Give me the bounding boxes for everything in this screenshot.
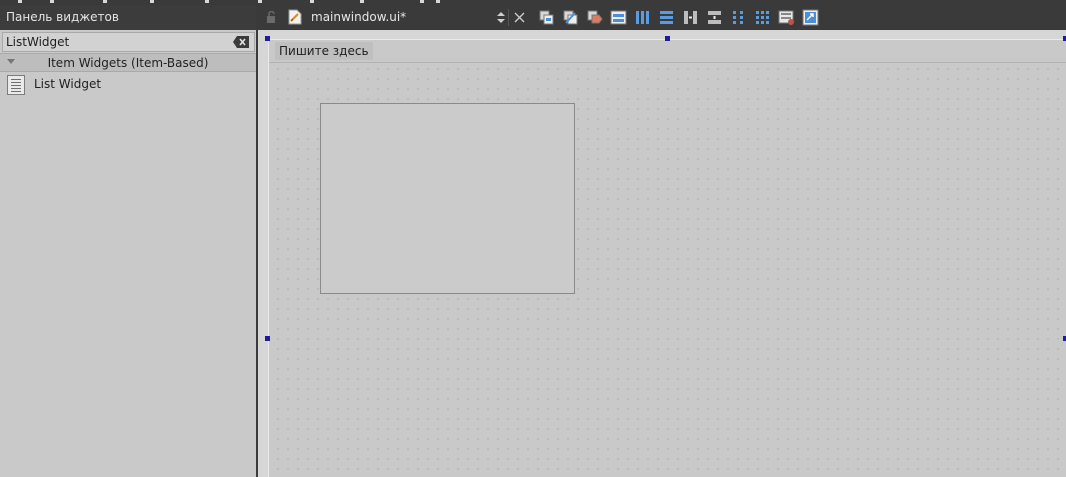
- category-label: Item Widgets (Item-Based): [47, 56, 209, 70]
- selection-handle[interactable]: [265, 336, 270, 341]
- filter-value[interactable]: ListWidget: [6, 35, 69, 49]
- ui-file-icon: [288, 9, 302, 25]
- layout-vertical-splitter-icon[interactable]: [706, 9, 723, 26]
- form-menu-bar[interactable]: Пишите здесь: [269, 40, 1066, 63]
- selection-handle[interactable]: [665, 36, 670, 41]
- widget-box-panel: Панель виджетов ListWidget Item Widgets …: [0, 5, 258, 477]
- qt-designer-window: Панель виджетов ListWidget Item Widgets …: [0, 0, 1066, 477]
- layout-horizontal-icon[interactable]: [634, 9, 651, 26]
- layout-horizontal-splitter-icon[interactable]: [682, 9, 699, 26]
- lock-icon[interactable]: [266, 10, 278, 23]
- clear-filter-icon[interactable]: [233, 36, 249, 48]
- adjust-size-icon[interactable]: [802, 9, 819, 26]
- main-window-form[interactable]: Пишите здесь: [268, 39, 1066, 477]
- edit-tab-order-icon[interactable]: [610, 9, 627, 26]
- widget-box-title: Панель виджетов: [0, 5, 256, 30]
- list-widget-icon: [7, 75, 25, 95]
- edit-buddies-icon[interactable]: [586, 9, 603, 26]
- form-editor-canvas: Пишите здесь: [258, 30, 1066, 477]
- editor-toolbar: mainwindow.ui*: [258, 5, 1066, 30]
- list-widget-on-form[interactable]: [320, 103, 575, 294]
- widget-filter-input[interactable]: ListWidget: [2, 32, 255, 52]
- edit-widgets-icon[interactable]: [538, 9, 555, 26]
- break-layout-icon[interactable]: [778, 9, 795, 26]
- widget-item-list-widget[interactable]: List Widget: [0, 72, 256, 97]
- close-document-icon[interactable]: [514, 12, 525, 23]
- layout-vertical-icon[interactable]: [658, 9, 675, 26]
- toolbar-separator: [508, 9, 509, 26]
- layout-form-icon[interactable]: [730, 9, 747, 26]
- document-switch-icon[interactable]: [496, 11, 506, 24]
- widget-item-label: List Widget: [34, 77, 102, 91]
- edit-signals-slots-icon[interactable]: [562, 9, 579, 26]
- menu-type-here-placeholder[interactable]: Пишите здесь: [275, 42, 373, 60]
- category-item-widgets[interactable]: Item Widgets (Item-Based): [0, 53, 256, 72]
- selection-handle[interactable]: [265, 36, 270, 41]
- open-document-name[interactable]: mainwindow.ui*: [311, 10, 406, 24]
- layout-grid-icon[interactable]: [754, 9, 771, 26]
